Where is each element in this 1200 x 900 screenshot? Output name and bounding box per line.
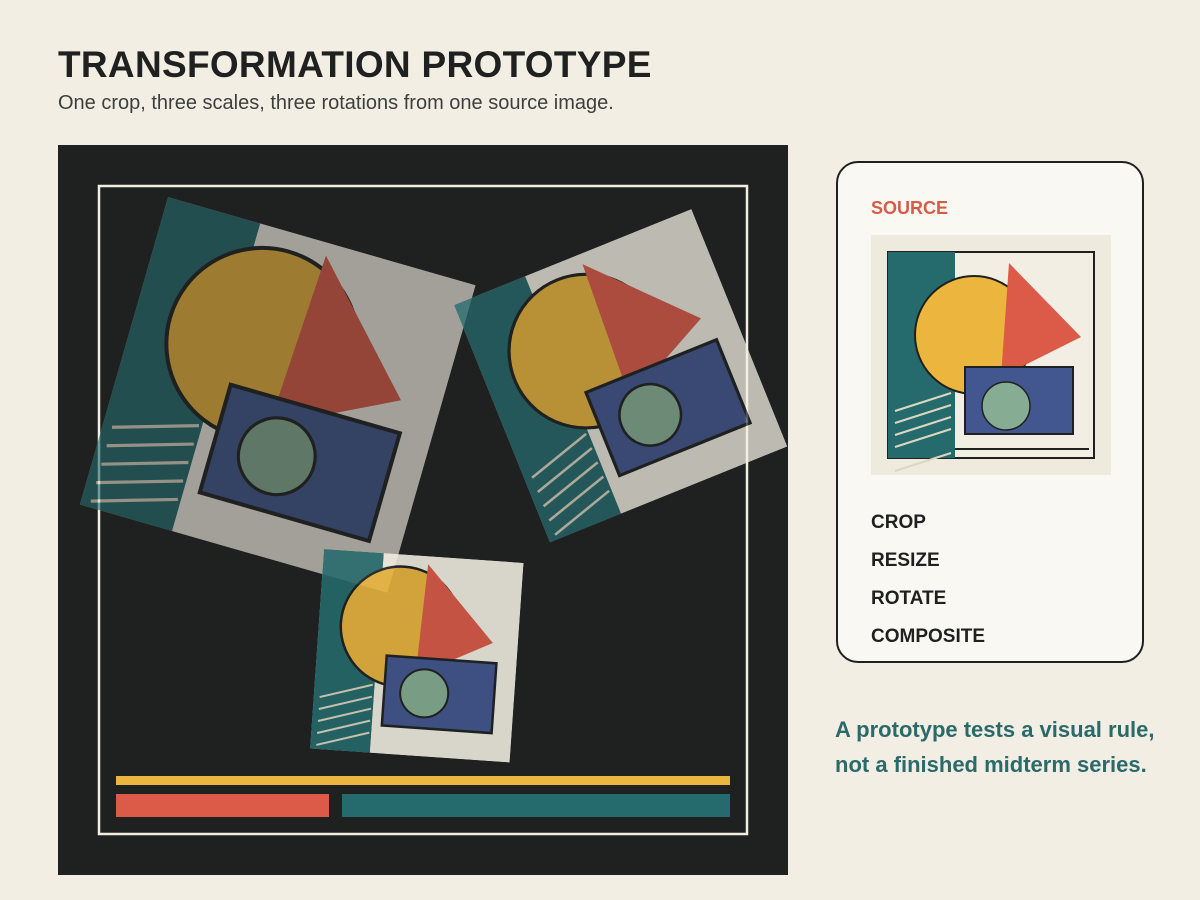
note-line-2: not a finished midterm series. — [835, 752, 1147, 777]
source-card: SOURCE CROP RESIZE ROTATE COMPOSITE — [836, 161, 1144, 663]
source-label: SOURCE — [871, 198, 949, 218]
step-rotate: ROTATE — [871, 588, 947, 609]
step-resize: RESIZE — [871, 550, 940, 571]
source-thumbnail — [871, 235, 1111, 475]
page-title: TRANSFORMATION PROTOTYPE — [58, 44, 652, 85]
note-line-1: A prototype tests a visual rule, — [835, 717, 1155, 742]
step-composite: COMPOSITE — [871, 626, 986, 647]
composite-canvas — [58, 145, 788, 875]
teal-bar — [342, 794, 730, 817]
step-crop: CROP — [871, 512, 926, 533]
page-subtitle: One crop, three scales, three rotations … — [58, 92, 614, 114]
prototype-note: A prototype tests a visual rule, not a f… — [835, 712, 1185, 782]
transformation-steps: CROP RESIZE ROTATE COMPOSITE — [871, 511, 985, 663]
small-rotated-copy — [310, 549, 524, 763]
coral-bar — [116, 794, 329, 817]
mustard-bar — [116, 776, 730, 785]
